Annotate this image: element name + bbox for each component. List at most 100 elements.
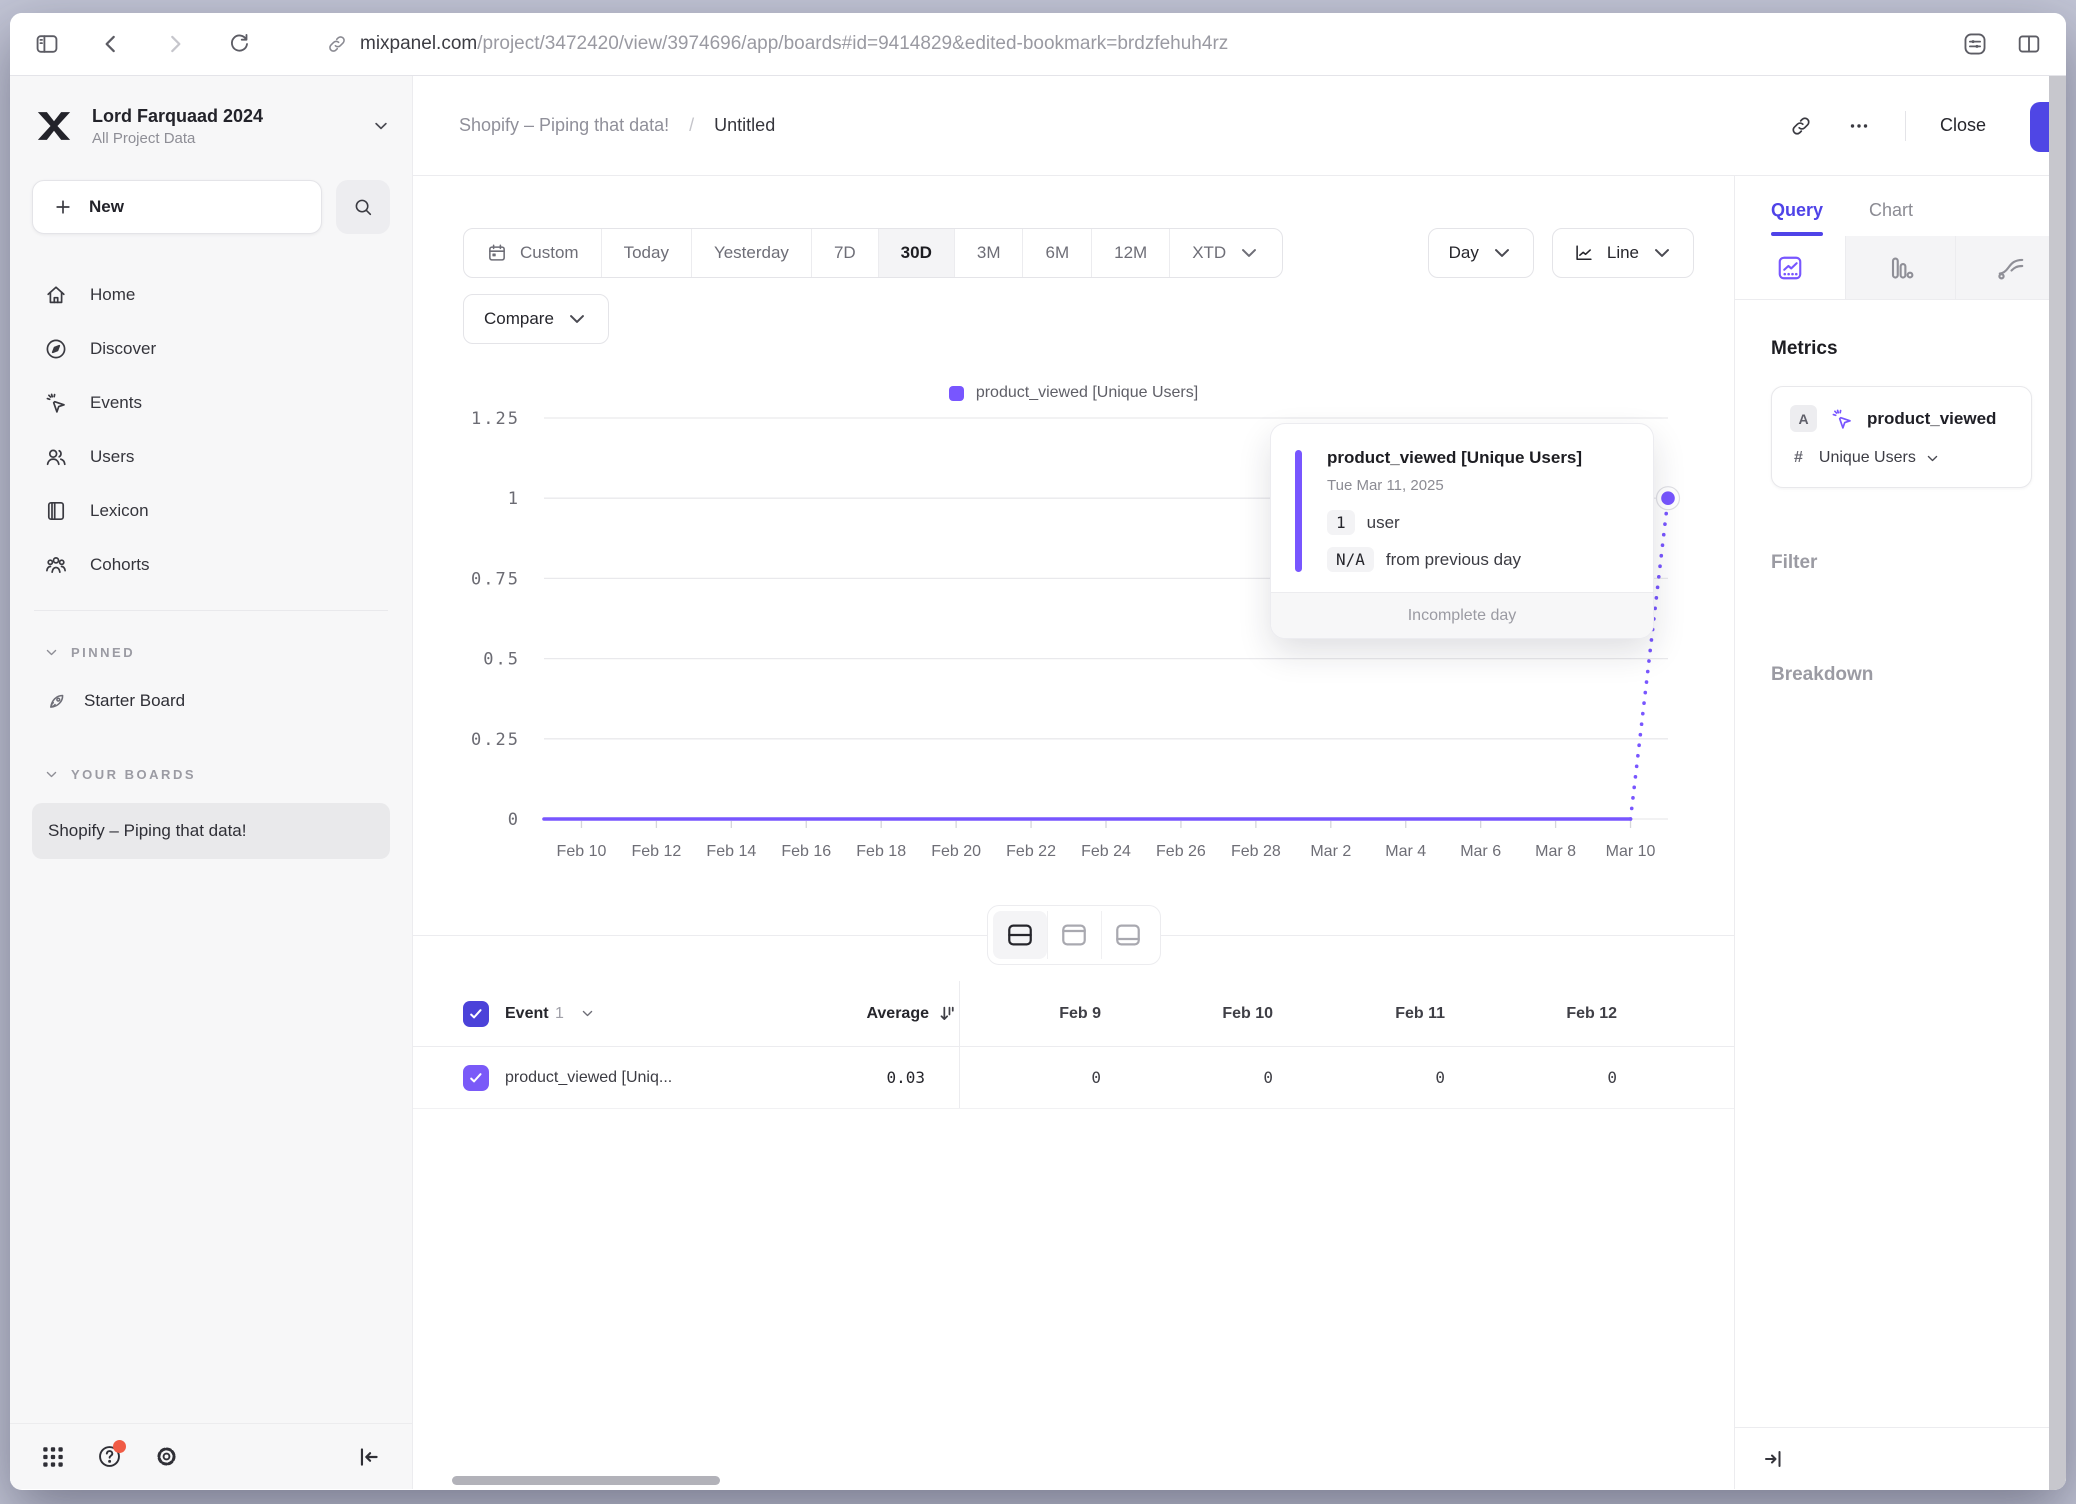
row-value-feb-10: 0 xyxy=(1131,1047,1303,1108)
search-icon xyxy=(352,196,374,218)
breadcrumb-page-title[interactable]: Untitled xyxy=(714,115,775,136)
select-all-checkbox[interactable] xyxy=(463,1001,489,1027)
search-button[interactable] xyxy=(336,180,390,234)
sidebar-footer xyxy=(10,1423,412,1489)
column-header-feb-9[interactable]: Feb 9 xyxy=(959,981,1131,1046)
layout-toggle-row xyxy=(413,905,1734,965)
column-header-feb-10[interactable]: Feb 10 xyxy=(1131,981,1303,1046)
apps-grid-icon[interactable] xyxy=(40,1444,66,1470)
breadcrumb-board[interactable]: Shopify – Piping that data! xyxy=(459,115,669,136)
column-header-feb-12[interactable]: Feb 12 xyxy=(1475,981,1647,1046)
range-option-yesterday[interactable]: Yesterday xyxy=(691,229,811,277)
column-header-feb-11[interactable]: Feb 11 xyxy=(1303,981,1475,1046)
row-value-feb-9: 0 xyxy=(959,1047,1131,1108)
sidebar-toggle-icon[interactable] xyxy=(34,31,60,57)
metric-card[interactable]: A product_viewed # Unique Users xyxy=(1771,386,2032,488)
row-average-value: 0.03 xyxy=(759,1047,959,1108)
page-settings-icon[interactable] xyxy=(1962,31,1988,57)
layout-toggle xyxy=(987,905,1161,965)
pinned-list: Starter Board xyxy=(32,675,390,727)
bar-chart-type[interactable] xyxy=(1845,236,1956,299)
address-bar[interactable]: mixpanel.com/project/3472420/view/397469… xyxy=(326,33,1942,55)
chevron-down-icon xyxy=(1925,451,1940,466)
range-option-xtd[interactable]: XTD xyxy=(1169,229,1282,277)
tab-chart[interactable]: Chart xyxy=(1869,200,1913,236)
chart-type-dropdown[interactable]: Line xyxy=(1552,228,1694,278)
plus-icon xyxy=(53,197,73,217)
split-view-icon[interactable] xyxy=(2016,31,2042,57)
pinned-item-starter-board[interactable]: Starter Board xyxy=(32,675,390,727)
metric-event-name: product_viewed xyxy=(1867,409,1996,429)
sidebar-item-label: Events xyxy=(90,393,142,413)
sidebar-item-discover[interactable]: Discover xyxy=(32,322,390,376)
svg-text:1.25: 1.25 xyxy=(471,409,520,429)
copy-link-icon[interactable] xyxy=(1789,114,1813,138)
chevron-down-icon xyxy=(1491,242,1513,264)
breakdown-heading: Breakdown xyxy=(1771,664,2032,686)
more-options-icon[interactable] xyxy=(1847,114,1871,138)
aggregation-dropdown[interactable]: Unique Users xyxy=(1819,449,1940,467)
range-option-30d[interactable]: 30D xyxy=(878,229,954,277)
horizontal-scrollbar-thumb[interactable] xyxy=(452,1476,720,1485)
metric-letter-badge: A xyxy=(1790,405,1817,432)
svg-text:Mar 6: Mar 6 xyxy=(1460,843,1501,860)
rocket-icon xyxy=(46,690,68,712)
event-header-dropdown[interactable]: Event 1 xyxy=(463,1001,759,1027)
help-icon[interactable] xyxy=(96,1443,123,1470)
vertical-scrollbar[interactable] xyxy=(2049,76,2066,1490)
sidebar-item-lexicon[interactable]: Lexicon xyxy=(32,484,390,538)
range-option-today[interactable]: Today xyxy=(601,229,691,277)
line-chart[interactable]: 1.2510.750.50.250Feb 10Feb 12Feb 14Feb 1… xyxy=(413,406,1734,897)
chevron-down-icon xyxy=(566,308,588,330)
chevron-down-icon xyxy=(372,117,390,135)
range-option-12m[interactable]: 12M xyxy=(1091,229,1169,277)
range-option-3m[interactable]: 3M xyxy=(954,229,1023,277)
row-checkbox[interactable] xyxy=(463,1065,489,1091)
browser-window: mixpanel.com/project/3472420/view/397469… xyxy=(10,13,2066,1490)
collapse-sidebar-icon[interactable] xyxy=(356,1444,382,1470)
range-option-7d[interactable]: 7D xyxy=(811,229,878,277)
sidebar-item-label: Home xyxy=(90,285,135,305)
svg-text:0.75: 0.75 xyxy=(471,569,520,589)
chart-legend[interactable]: product_viewed [Unique Users] xyxy=(413,384,1734,402)
layout-split-icon[interactable] xyxy=(993,911,1047,959)
collapse-panel-icon[interactable] xyxy=(1761,1447,1785,1471)
reload-icon[interactable] xyxy=(226,31,252,57)
range-option-custom[interactable]: Custom xyxy=(464,229,601,277)
average-column-header[interactable]: Average xyxy=(759,981,959,1046)
project-name: Lord Farquaad 2024 xyxy=(92,106,356,127)
sidebar-item-home[interactable]: Home xyxy=(32,268,390,322)
sidebar-item-events[interactable]: Events xyxy=(32,376,390,430)
range-option-6m[interactable]: 6M xyxy=(1022,229,1091,277)
line-chart-icon xyxy=(1573,242,1595,264)
tab-query[interactable]: Query xyxy=(1771,200,1823,236)
row-event-name: product_viewed [Uniq... xyxy=(463,1065,759,1091)
your-boards-section-header[interactable]: YOUR BOARDS xyxy=(32,751,390,797)
project-switcher[interactable]: Lord Farquaad 2024 All Project Data xyxy=(32,104,390,148)
new-button[interactable]: New xyxy=(32,180,322,234)
compare-button[interactable]: Compare xyxy=(463,294,609,344)
granularity-dropdown[interactable]: Day xyxy=(1428,228,1534,278)
close-button[interactable]: Close xyxy=(1940,115,1986,136)
svg-text:Feb 28: Feb 28 xyxy=(1231,843,1281,860)
notification-badge xyxy=(113,1440,126,1453)
insights-chart-type[interactable] xyxy=(1735,236,1845,299)
layout-chart-only-icon[interactable] xyxy=(1047,911,1101,959)
chevron-down-icon xyxy=(580,1006,595,1021)
mixpanel-logo xyxy=(32,104,76,148)
sidebar-item-users[interactable]: Users xyxy=(32,430,390,484)
calendar-icon xyxy=(486,242,508,264)
event-icon xyxy=(1830,407,1854,431)
home-icon xyxy=(44,283,68,307)
table-header: Event 1 Average Feb 9Feb 10Feb 11Feb 12 xyxy=(413,981,1734,1047)
users-icon xyxy=(44,445,68,469)
layout-table-only-icon[interactable] xyxy=(1101,911,1155,959)
table-row[interactable]: product_viewed [Uniq... 0.030000 xyxy=(413,1047,1734,1109)
forward-icon[interactable] xyxy=(162,31,188,57)
table-body: product_viewed [Uniq... 0.030000 xyxy=(413,1047,1734,1109)
sidebar-item-cohorts[interactable]: Cohorts xyxy=(32,538,390,592)
back-icon[interactable] xyxy=(98,31,124,57)
board-item-shopify-piping-that-data[interactable]: Shopify – Piping that data! xyxy=(32,803,390,859)
settings-gear-icon[interactable] xyxy=(153,1443,180,1470)
pinned-section-header[interactable]: PINNED xyxy=(32,629,390,675)
